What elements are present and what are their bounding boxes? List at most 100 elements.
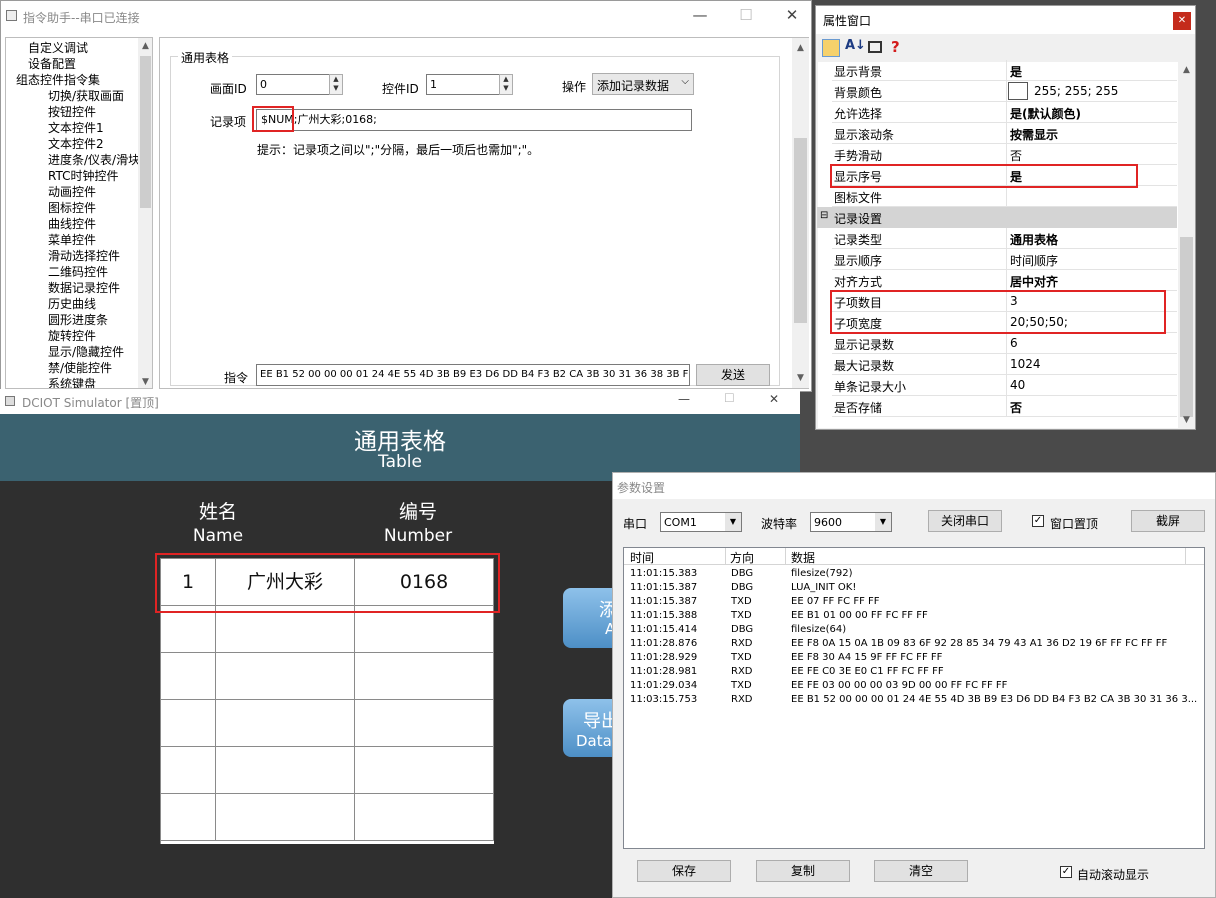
property-row[interactable]: 记录类型 通用表格 [832,228,1177,249]
property-close-icon[interactable]: ✕ [1173,12,1191,30]
simulator-maximize-icon[interactable]: ☐ [724,391,735,405]
save-button[interactable]: 保存 [637,860,731,882]
scroll-thumb[interactable] [140,56,151,208]
categorized-icon[interactable] [822,39,840,57]
bg-color-swatch[interactable] [1008,82,1028,100]
property-group-header[interactable]: ⊟ 记录设置 [817,207,1177,228]
control-id-stepper[interactable]: ▲ ▼ [499,74,513,95]
scroll-down-icon[interactable]: ▼ [138,374,152,388]
log-row[interactable]: 11:01:15.387 TXD EE 07 FF FC FF FF [630,595,1190,609]
tree-item[interactable]: 进度条/仪表/滑块 [48,152,140,168]
control-id-input[interactable] [426,74,500,95]
tree-item[interactable]: 显示/隐藏控件 [48,344,124,360]
close-icon[interactable]: ✕ [781,5,803,27]
log-row[interactable]: 11:01:28.876 RXD EE F8 0A 15 0A 1B 09 83 6… [630,637,1190,651]
property-name: 显示背景 [834,65,883,79]
tree-item[interactable]: 圆形进度条 [48,312,108,328]
record-input[interactable]: $NUM;广州大彩;0168; [256,109,692,131]
property-row[interactable]: 单条记录大小 40 [832,375,1177,396]
property-row[interactable]: 显示顺序 时间顺序 [832,249,1177,270]
screen-id-stepper[interactable]: ▲ ▼ [329,74,343,95]
port-select[interactable]: COM1 ▼ [660,512,742,532]
tree-item[interactable]: 禁/使能控件 [48,360,112,376]
property-scroll-up-icon[interactable]: ▲ [1178,62,1195,78]
log-list[interactable]: 时间 方向 数据 11:01:15.383 DBG filesize(792) 11:… [623,547,1205,849]
property-row[interactable]: 背景颜色 255; 255; 255 [832,81,1177,102]
ontop-checkbox[interactable]: ✓ [1032,515,1044,527]
log-row[interactable]: 11:01:29.034 TXD EE FE 03 00 00 00 03 9D 0… [630,679,1190,693]
simulator-minimize-icon[interactable]: — [678,392,690,406]
property-scroll-down-icon[interactable]: ▼ [1178,412,1195,428]
property-row[interactable]: 显示序号 是 [832,165,1177,186]
minimize-icon[interactable]: — [689,5,711,27]
panel-scroll-down-icon[interactable]: ▼ [792,370,809,386]
property-row[interactable]: 显示记录数 6 [832,333,1177,354]
property-row[interactable]: 手势滑动 否 [832,144,1177,165]
simulator-close-icon[interactable]: ✕ [769,392,779,406]
record-table[interactable]: 1 广州大彩 0168 [160,558,494,844]
tree-item[interactable]: 自定义调试 [28,40,88,56]
maximize-icon[interactable]: ☐ [735,5,757,27]
property-row[interactable]: 是否存储 否 [832,396,1177,417]
property-scrollbar[interactable]: ▲ ▼ [1178,62,1195,428]
property-row[interactable]: 图标文件 [832,186,1177,207]
log-row[interactable]: 11:01:28.929 TXD EE F8 30 A4 15 9F FF FC F… [630,651,1190,665]
property-pages-icon[interactable] [868,41,882,53]
tree-item[interactable]: 切换/获取画面 [48,88,124,104]
tree-item[interactable]: 菜单控件 [48,232,96,248]
tree-item[interactable]: 曲线控件 [48,216,96,232]
col-name-header-en: Name [192,526,244,546]
close-port-button[interactable]: 关闭串口 [928,510,1002,532]
send-button[interactable]: 发送 [696,364,770,386]
tree-item[interactable]: 旋转控件 [48,328,96,344]
log-row[interactable]: 11:01:15.383 DBG filesize(792) [630,567,1190,581]
property-toolbar: A↓ ? [816,36,1195,60]
tree-item[interactable]: RTC时钟控件 [48,168,118,184]
baud-select[interactable]: 9600 ▼ [810,512,892,532]
tree-item[interactable]: 二维码控件 [48,264,108,280]
scroll-up-icon[interactable]: ▲ [138,38,152,54]
tree-item[interactable]: 数据记录控件 [48,280,120,296]
tree-item[interactable]: 系统键盘 [48,376,96,388]
tree-item[interactable]: 滑动选择控件 [48,248,120,264]
property-row[interactable]: 子项数目 3 [832,291,1177,312]
property-separator [1006,375,1007,395]
panel-scroll-thumb[interactable] [794,138,807,323]
property-row[interactable]: 最大记录数 1024 [832,354,1177,375]
tree-item[interactable]: 文本控件2 [48,136,104,152]
copy-button[interactable]: 复制 [756,860,850,882]
property-row[interactable]: 允许选择 是(默认颜色) [832,102,1177,123]
tree-item[interactable]: 图标控件 [48,200,96,216]
simulator-titlebar: DCIOT Simulator [置顶] — ☐ ✕ [0,389,800,414]
log-row[interactable]: 11:03:15.753 RXD EE B1 52 00 00 00 01 24 4… [630,693,1197,707]
property-row[interactable]: 子项宽度 20;50;50; [832,312,1177,333]
property-name: 是否存储 [834,401,883,415]
tree-item[interactable]: 按钮控件 [48,104,96,120]
panel-scroll-up-icon[interactable]: ▲ [792,40,809,56]
help-icon[interactable]: ? [891,38,900,56]
screen-id-input[interactable] [256,74,330,95]
tree-item[interactable]: 文本控件1 [48,120,104,136]
log-row[interactable]: 11:01:15.387 DBG LUA_INIT OK! [630,581,1190,595]
screenshot-button[interactable]: 截屏 [1131,510,1205,532]
command-input[interactable]: EE B1 52 00 00 00 01 24 4E 55 4D 3B B9 E… [256,364,690,386]
sort-az-icon[interactable]: A↓ [845,38,866,53]
property-separator [1006,228,1007,248]
tree-item[interactable]: 历史曲线 [48,296,96,312]
property-row[interactable]: 显示背景 是 [832,60,1177,81]
property-row[interactable]: 显示滚动条 按需显示 [832,123,1177,144]
property-scroll-thumb[interactable] [1180,237,1193,417]
tree-scrollbar[interactable]: ▲ ▼ [138,38,152,388]
tree-item[interactable]: 设备配置 [28,56,76,72]
autoscroll-checkbox[interactable]: ✓ [1060,866,1072,878]
tree-item[interactable]: 动画控件 [48,184,96,200]
tree-item[interactable]: 组态控件指令集 [16,72,100,88]
clear-button[interactable]: 清空 [874,860,968,882]
panel-scrollbar[interactable]: ▲ ▼ [792,38,809,388]
collapse-icon[interactable]: ⊟ [820,210,828,221]
operation-select[interactable]: 添加记录数据 ⌵ [592,73,694,95]
log-row[interactable]: 11:01:15.414 DBG filesize(64) [630,623,1190,637]
log-row[interactable]: 11:01:28.981 RXD EE FE C0 3E E0 C1 FF FC F… [630,665,1190,679]
log-row[interactable]: 11:01:15.388 TXD EE B1 01 00 00 FF FC FF F… [630,609,1190,623]
property-row[interactable]: 对齐方式 居中对齐 [832,270,1177,291]
